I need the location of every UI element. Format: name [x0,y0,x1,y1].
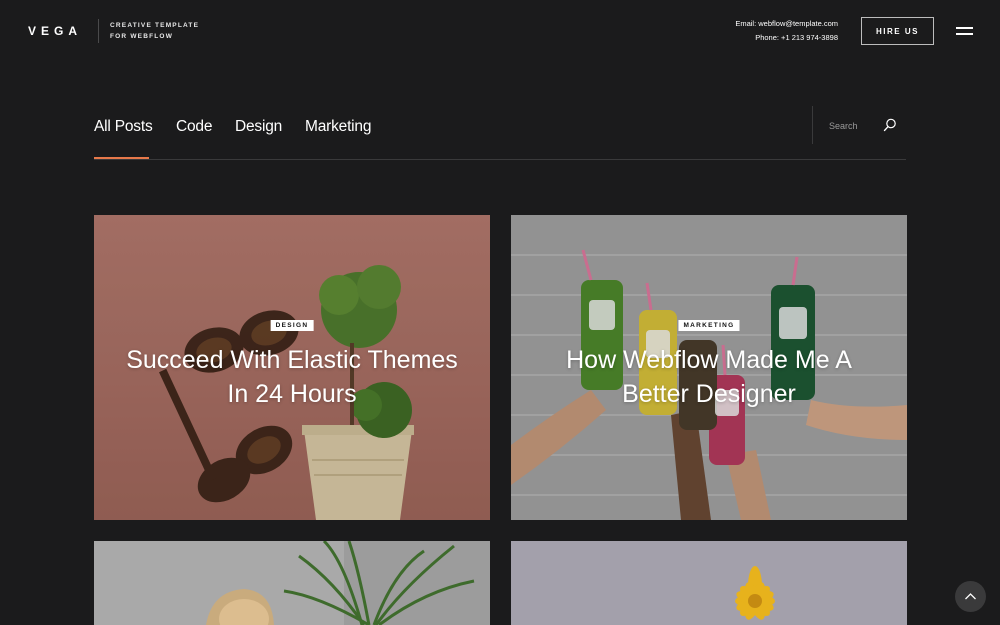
search-icon[interactable] [883,118,897,132]
logo[interactable]: VEGA [28,24,82,38]
post-title[interactable]: Succeed With Elastic Themes In 24 Hours [114,343,470,411]
contact-phone[interactable]: Phone: +1 213 974-3898 [735,31,838,45]
category-tabs: All Posts Code Design Marketing [94,106,906,160]
post-card[interactable] [511,541,907,625]
hamburger-menu-icon[interactable] [956,27,973,35]
active-tab-indicator [94,157,149,159]
tagline-line-2: FOR WEBFLOW [110,33,174,40]
post-card[interactable]: MARKETING How Webflow Made Me A Better D… [511,215,907,520]
post-card[interactable]: DESIGN Succeed With Elastic Themes In 24… [94,215,490,520]
post-title[interactable]: How Webflow Made Me A Better Designer [531,343,887,411]
tab-all-posts[interactable]: All Posts [94,118,153,136]
header-divider [98,19,99,43]
tab-design[interactable]: Design [235,118,282,136]
back-to-top-button[interactable] [955,581,986,612]
tagline-line-1: CREATIVE TEMPLATE [110,22,200,29]
tab-code[interactable]: Code [176,118,212,136]
chevron-up-icon [965,593,976,600]
post-card[interactable] [94,541,490,625]
post-image-yellow-flower [511,541,907,625]
hire-us-button[interactable]: HIRE US [861,17,934,45]
post-image-woman-plants [94,541,490,625]
post-category-tag[interactable]: DESIGN [270,320,314,331]
post-category-tag[interactable]: MARKETING [678,320,740,331]
tab-marketing[interactable]: Marketing [305,118,371,136]
top-bar: VEGA CREATIVE TEMPLATE FOR WEBFLOW Email… [0,0,1000,62]
search-divider [812,106,813,144]
contact-email[interactable]: Email: webflow@template.com [735,17,838,31]
tagline: CREATIVE TEMPLATE FOR WEBFLOW [110,20,199,42]
contact-info: Email: webflow@template.com Phone: +1 21… [735,17,838,45]
